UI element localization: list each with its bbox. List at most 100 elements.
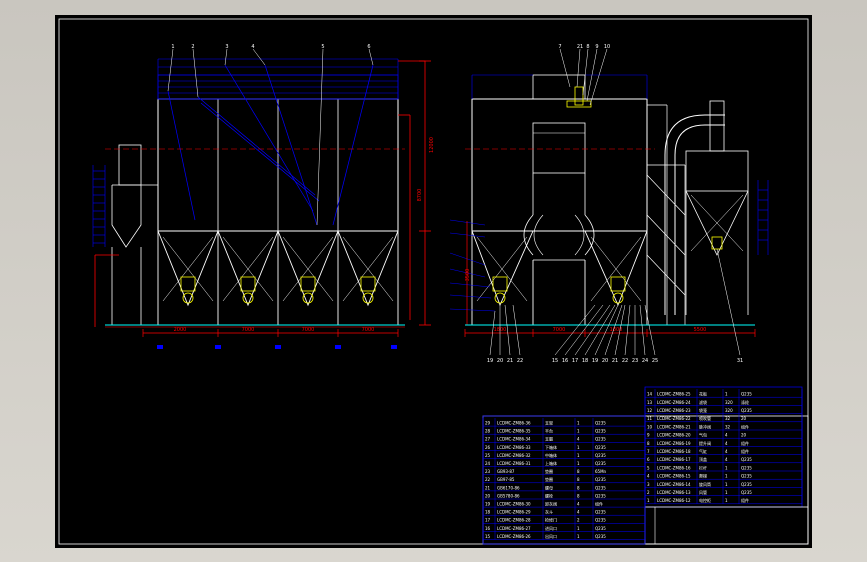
bom-cell-qty: 32 bbox=[725, 424, 731, 429]
bom-cell-mat: Q235 bbox=[741, 474, 752, 479]
dim-d10: 5500 bbox=[694, 327, 707, 333]
bom-cell-no: 14 bbox=[647, 392, 653, 397]
bom-cell-code: LCDMC-ZM86-31 bbox=[497, 461, 531, 466]
bom-cell-code: LCDMC-ZM86-13 bbox=[657, 490, 691, 495]
bom-cell-no: 29 bbox=[485, 421, 491, 426]
bom-cell-mat: Q235 bbox=[595, 461, 606, 466]
bom-cell-mat: Q235 bbox=[595, 534, 606, 539]
bom-cell-name: 螺母 bbox=[545, 484, 553, 490]
bom-cell-qty: 8 bbox=[577, 469, 580, 474]
bom-cell-qty: 1 bbox=[725, 392, 728, 397]
bom-cell-name: 旋风筒 bbox=[699, 481, 711, 487]
balloon-b4: 22 bbox=[517, 358, 523, 364]
bom-cell-name: 喷吹管 bbox=[699, 415, 711, 421]
bom-cell-code: LCDMC-ZM86-23 bbox=[657, 408, 691, 413]
bom-cell-code: LCDMC-ZM86-28 bbox=[497, 518, 531, 523]
bom-cell-mat: Q235 bbox=[595, 510, 606, 515]
balloon-5: 5 bbox=[321, 44, 324, 50]
bom-cell-name: 垫圈 bbox=[545, 468, 553, 474]
bom-cell-mat: Q235 bbox=[741, 482, 752, 487]
bom-cell-code: LCDMC-ZM86-12 bbox=[657, 498, 691, 503]
bom-cell-name: 下箱体 bbox=[545, 444, 557, 450]
balloon-1: 1 bbox=[171, 44, 174, 50]
bom-cell-mat: 组件 bbox=[741, 497, 749, 503]
bom-cell-name: 提升阀 bbox=[699, 440, 711, 446]
dim-d2: 7000 bbox=[242, 327, 255, 333]
balloon-b8: 18 bbox=[582, 358, 588, 364]
bom-cell-mat: Q235 bbox=[595, 477, 606, 482]
dim-d3: 7000 bbox=[302, 327, 315, 333]
bom-cell-name: 平台 bbox=[545, 428, 553, 434]
bom-cell-mat: 组件 bbox=[741, 440, 749, 446]
bom-cell-code: LCDMC-ZM86-25 bbox=[657, 392, 691, 397]
bill-of-materials: 29 LCDMC-ZM86-36 支架 1 Q23528 LCDMC-ZM86-35 平台 1… bbox=[482, 386, 809, 545]
bom-cell-code: LCDMC-ZM86-33 bbox=[497, 445, 531, 450]
bom-cell-no: 4 bbox=[647, 474, 650, 479]
bom-cell-qty: 1 bbox=[577, 421, 580, 426]
bom-cell-mat: 组件 bbox=[595, 501, 603, 507]
bom-cell-qty: 4 bbox=[725, 449, 728, 454]
bom-cell-code: LCDMC-ZM86-32 bbox=[497, 453, 531, 458]
bom-cell-name: 顶盖 bbox=[699, 456, 707, 462]
balloon-b3: 21 bbox=[507, 358, 513, 364]
bom-cell-no: 28 bbox=[485, 429, 491, 434]
bom-cell-qty: 1 bbox=[725, 474, 728, 479]
bom-cell-qty: 4 bbox=[577, 510, 580, 515]
bom-cell-name: 进风口 bbox=[545, 525, 557, 531]
dim-d11: 3500 bbox=[465, 269, 471, 282]
bom-cell-qty: 1 bbox=[725, 490, 728, 495]
bom-cell-qty: 4 bbox=[725, 433, 728, 438]
bom-cell-qty: 1 bbox=[577, 429, 580, 434]
bom-cell-no: 21 bbox=[485, 485, 491, 490]
balloon-b7: 17 bbox=[572, 358, 578, 364]
bom-cell-no: 23 bbox=[485, 469, 491, 474]
bom-cell-name: 气包 bbox=[699, 432, 707, 438]
bom-cell-code: LCDMC-ZM86-29 bbox=[497, 510, 531, 515]
bom-cell-no: 2 bbox=[647, 490, 650, 495]
bom-cell-qty: 1 bbox=[577, 526, 580, 531]
balloon-6: 6 bbox=[367, 44, 370, 50]
balloon-7: 7 bbox=[558, 44, 561, 50]
bom-cell-name: 螺栓 bbox=[545, 492, 553, 498]
dim-d9: 12000 bbox=[429, 137, 435, 153]
balloon-21a: 21 bbox=[577, 44, 583, 50]
bom-cell-name: 袋笼 bbox=[699, 407, 707, 413]
balloon-b2: 20 bbox=[497, 358, 503, 364]
balloon-4: 4 bbox=[251, 44, 254, 50]
bom-cell-no: 26 bbox=[485, 445, 491, 450]
bom-cell-name: 出风口 bbox=[545, 533, 557, 539]
bom-cell-name: 花板 bbox=[699, 391, 707, 397]
bom-cell-mat: Q235 bbox=[741, 465, 752, 470]
bom-cell-qty: 320 bbox=[725, 408, 733, 413]
balloon-b5: 15 bbox=[552, 358, 558, 364]
side-elevation: 1800 7000 1800 5500 3500 7 21 8 9 10 19 … bbox=[449, 44, 769, 364]
bom-cell-mat: Q235 bbox=[595, 445, 606, 450]
bom-cell-no: 10 bbox=[647, 424, 653, 429]
balloon-31: 31 bbox=[737, 358, 743, 364]
bom-cell-code: LCDMC-ZM86-15 bbox=[657, 474, 691, 479]
bom-cell-no: 16 bbox=[485, 526, 491, 531]
bom-cell-no: 1 bbox=[647, 498, 650, 503]
bom-cell-mat: Q235 bbox=[595, 421, 606, 426]
balloon-b13: 23 bbox=[632, 358, 638, 364]
bom-cell-code: LCDMC-ZM86-18 bbox=[657, 449, 691, 454]
bom-cell-no: 20 bbox=[485, 493, 491, 498]
front-elevation: 2000 7000 7000 7000 8700 12000 1 2 3 4 5… bbox=[92, 44, 435, 349]
bom-cell-no: 11 bbox=[647, 416, 653, 421]
bom-cell-qty: 1 bbox=[725, 482, 728, 487]
bom-cell-mat: 20 bbox=[741, 433, 747, 438]
bom-cell-qty: 8 bbox=[577, 493, 580, 498]
bom-cell-name: 垫圈 bbox=[545, 476, 553, 482]
bom-cell-name: 栏杆 bbox=[699, 464, 707, 470]
balloon-b14: 24 bbox=[642, 358, 648, 364]
bom-cell-no: 27 bbox=[485, 437, 491, 442]
bom-cell-no: 24 bbox=[485, 461, 491, 466]
bom-cell-mat: Q235 bbox=[595, 429, 606, 434]
bom-cell-qty: 2 bbox=[577, 518, 580, 523]
bom-right-table: 14 LCDMC-ZM86-25 花板 1 Q23513 LCDMC-ZM86-24 滤袋 3… bbox=[644, 389, 803, 505]
bom-cell-name: 电控柜 bbox=[699, 497, 711, 503]
balloon-b6: 16 bbox=[562, 358, 568, 364]
bom-cell-qty: 4 bbox=[725, 457, 728, 462]
bom-cell-code: LCDMC-ZM86-14 bbox=[657, 482, 691, 487]
bom-cell-mat: Q235 bbox=[595, 485, 606, 490]
